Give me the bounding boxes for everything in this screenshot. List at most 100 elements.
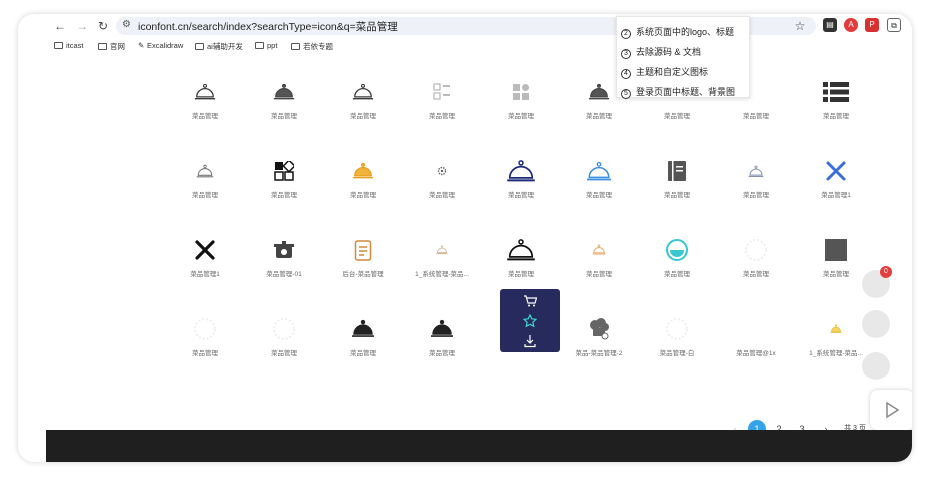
icon-result[interactable]: 菜品管理 bbox=[166, 149, 244, 219]
play-icon bbox=[886, 401, 900, 419]
icon-result-label: 菜品管理 bbox=[192, 350, 218, 357]
cloche-outline-icon bbox=[166, 76, 244, 108]
icon-result-label: 菜品管理 bbox=[192, 192, 218, 199]
icon-result[interactable]: 菜品管理 bbox=[482, 149, 560, 219]
icon-result[interactable]: 菜品管理 bbox=[324, 307, 402, 377]
popup-item[interactable]: 4 主题和自定义图标 bbox=[621, 65, 708, 79]
icon-result-label: 菜品管理 bbox=[271, 192, 297, 199]
icon-result-label: 菜品管理 bbox=[350, 192, 376, 199]
icon-result[interactable]: 菜品管理 bbox=[638, 149, 716, 219]
notification-badge: 0 bbox=[880, 266, 892, 278]
blank-icon bbox=[717, 313, 795, 345]
grid-list-icon bbox=[403, 76, 481, 108]
cloche-outline-icon bbox=[324, 76, 402, 108]
cloche-filled-icon bbox=[245, 76, 323, 108]
icon-result[interactable]: 菜品管理 bbox=[324, 149, 402, 219]
cloche-navy-icon bbox=[482, 155, 560, 187]
bookmark-ppt[interactable]: ppt bbox=[255, 41, 277, 50]
icon-result[interactable]: 菜品管理@1x bbox=[717, 307, 795, 377]
icon-result[interactable]: 菜品管理 bbox=[245, 307, 323, 377]
bookmark-star-icon[interactable]: ☆ bbox=[792, 18, 808, 34]
icon-result[interactable]: 菜品管理 bbox=[638, 228, 716, 298]
icon-result[interactable]: 菜品管理 bbox=[403, 149, 481, 219]
chef-icon bbox=[560, 313, 638, 345]
cart-icon[interactable] bbox=[500, 291, 560, 311]
download-icon[interactable] bbox=[500, 331, 560, 351]
cloche-tiny-icon bbox=[403, 234, 481, 266]
square-icon bbox=[797, 234, 875, 266]
reload-icon[interactable]: ↻ bbox=[95, 18, 111, 34]
bookmark-guanwang[interactable]: 官网 bbox=[98, 41, 125, 52]
star-icon[interactable] bbox=[500, 311, 560, 331]
icon-result[interactable]: 菜品管理 bbox=[403, 307, 481, 377]
icon-result-label: 菜品管理 bbox=[508, 113, 534, 120]
bookmark-ai[interactable]: ai辅助开发 bbox=[195, 41, 243, 52]
folder-icon bbox=[291, 43, 300, 50]
icon-result[interactable]: 菜品管理 bbox=[324, 70, 402, 140]
clipboard-icon bbox=[324, 234, 402, 266]
icon-result-label: 1_系统管理-菜品... bbox=[809, 350, 863, 357]
back-icon[interactable]: ← bbox=[52, 18, 68, 34]
site-settings-icon[interactable]: ⚙ bbox=[122, 19, 131, 30]
icon-result-label: 菜品管理 bbox=[429, 350, 455, 357]
folder-icon bbox=[98, 43, 107, 50]
icon-hover-card[interactable] bbox=[500, 289, 560, 352]
cloche-small-icon bbox=[717, 155, 795, 187]
icon-result[interactable]: 菜品管理 bbox=[482, 228, 560, 298]
icon-result[interactable]: 菜品管理 bbox=[797, 70, 875, 140]
folder-icon bbox=[195, 43, 204, 50]
bookmark-excalidraw[interactable]: ✎ Excalidraw bbox=[138, 41, 183, 50]
play-button[interactable] bbox=[870, 390, 912, 430]
icon-result[interactable]: 菜品管理 bbox=[717, 149, 795, 219]
smile-float-button[interactable] bbox=[862, 310, 890, 338]
icon-result[interactable]: 菜品管理-白 bbox=[638, 307, 716, 377]
icon-result[interactable]: 菜品-菜品管理-2 bbox=[560, 307, 638, 377]
icon-result[interactable]: 菜品管理 bbox=[245, 70, 323, 140]
pen-icon: ✎ bbox=[138, 41, 145, 50]
bookmarks-bar: itcast 官网 ✎ Excalidraw ai辅助开发 ppt 若依专题 bbox=[18, 40, 912, 56]
faded-icon bbox=[245, 313, 323, 345]
icon-result[interactable]: 菜品管理 bbox=[560, 228, 638, 298]
adblock-icon[interactable]: A bbox=[844, 18, 858, 32]
faded-icon bbox=[638, 313, 716, 345]
icon-result-label: 菜品管理-白 bbox=[659, 350, 695, 357]
top-float-button[interactable] bbox=[862, 352, 890, 380]
apps-icon bbox=[245, 155, 323, 187]
icon-result[interactable]: 菜品管理 bbox=[560, 149, 638, 219]
book-icon bbox=[638, 155, 716, 187]
icon-result[interactable]: 菜品管理 bbox=[717, 228, 795, 298]
cloche-yellow-icon bbox=[324, 155, 402, 187]
browser-toolbar: ← → ↻ ⚙ iconfont.cn/search/index?searchT… bbox=[18, 14, 912, 38]
icon-result[interactable]: 菜品管理-01 bbox=[245, 228, 323, 298]
grid-shapes-icon bbox=[482, 76, 560, 108]
icon-result[interactable]: 菜品管理 bbox=[166, 70, 244, 140]
popup-item[interactable]: 5 登录页面中标题、背景图 bbox=[621, 85, 735, 99]
bookmark-ruoyi[interactable]: 若依专题 bbox=[291, 41, 333, 52]
icon-result-label: 菜品管理 bbox=[664, 113, 690, 120]
bookmark-itcast[interactable]: itcast bbox=[54, 41, 84, 50]
cloche-thin-icon bbox=[166, 155, 244, 187]
icon-result[interactable]: 菜品管理 bbox=[245, 149, 323, 219]
icon-result[interactable]: 菜品管理1 bbox=[797, 149, 875, 219]
pot-icon bbox=[245, 234, 323, 266]
icon-result-label: 菜品管理 bbox=[508, 271, 534, 278]
icon-result-label: 菜品管理 bbox=[664, 192, 690, 199]
icon-result[interactable]: 1_系统管理-菜品... bbox=[403, 228, 481, 298]
icon-result[interactable]: 后台-菜品管理 bbox=[324, 228, 402, 298]
icon-result[interactable]: 菜品管理1 bbox=[166, 228, 244, 298]
icon-result[interactable]: 菜品管理 bbox=[166, 307, 244, 377]
faded-icon bbox=[717, 234, 795, 266]
pdf-extension-icon[interactable]: P bbox=[865, 18, 879, 32]
extension-icon[interactable]: ▤ bbox=[823, 18, 837, 32]
icon-result[interactable]: 菜品管理 bbox=[482, 70, 560, 140]
list-icon bbox=[797, 76, 875, 108]
puzzle-icon[interactable]: ⧉ bbox=[887, 18, 901, 32]
cloche-solid-icon bbox=[324, 313, 402, 345]
popup-item[interactable]: 2 系统页面中的logo、标题 bbox=[621, 25, 734, 39]
icon-result-label: 后台-菜品管理 bbox=[342, 271, 384, 278]
outline-popup: 2 系统页面中的logo、标题 3 去除源码 & 文档 4 主题和自定义图标 5 登录页… bbox=[616, 16, 750, 99]
popup-item[interactable]: 3 去除源码 & 文档 bbox=[621, 45, 701, 59]
icon-result-label: 菜品管理 bbox=[429, 113, 455, 120]
forward-icon[interactable]: → bbox=[74, 18, 90, 34]
icon-result[interactable]: 菜品管理 bbox=[403, 70, 481, 140]
